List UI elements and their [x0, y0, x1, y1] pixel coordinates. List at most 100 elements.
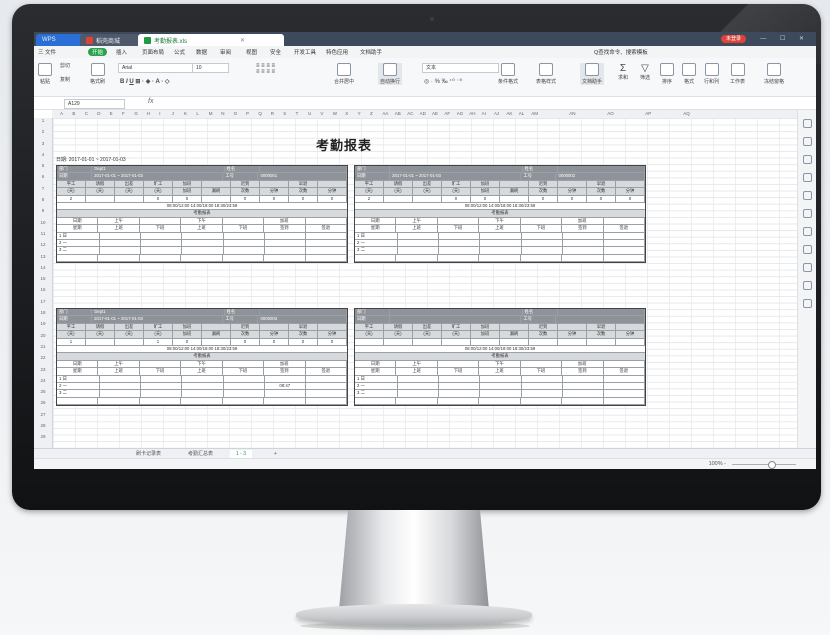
row-header[interactable]: 11: [34, 231, 52, 242]
column-header[interactable]: AJ: [494, 111, 499, 116]
row-header[interactable]: 25: [34, 389, 52, 400]
column-header[interactable]: AL: [519, 111, 525, 116]
row-header[interactable]: 9: [34, 208, 52, 219]
row-header[interactable]: 26: [34, 400, 52, 411]
zoom-slider[interactable]: [732, 461, 796, 469]
command-search[interactable]: Q查找命令、搜索模板: [594, 48, 648, 56]
zoom-knob[interactable]: [768, 461, 776, 469]
column-header[interactable]: AK: [506, 111, 512, 116]
doc-helper-button[interactable]: 文档助手: [580, 63, 605, 85]
eye-icon[interactable]: [802, 227, 812, 236]
row-header[interactable]: 5: [34, 163, 52, 174]
column-header[interactable]: AC: [407, 111, 413, 116]
bold-button[interactable]: B I U ⊞ · ◈ · A · ◇: [120, 78, 170, 85]
row-header[interactable]: 4: [34, 152, 52, 163]
row-header[interactable]: 23: [34, 367, 52, 378]
chart-icon[interactable]: [802, 173, 812, 182]
table-style-button[interactable]: 表格样式: [536, 63, 556, 85]
font-size-select[interactable]: 10: [192, 63, 229, 73]
tab-wps[interactable]: WPS: [36, 34, 86, 46]
column-header[interactable]: P: [246, 111, 249, 116]
menu-item[interactable]: 安全: [270, 48, 281, 56]
column-header[interactable]: F: [122, 111, 125, 116]
sheet-tab[interactable]: 刷卡记录表: [130, 450, 167, 458]
font-select[interactable]: Arial: [118, 63, 193, 73]
column-header[interactable]: AA: [382, 111, 388, 116]
column-header[interactable]: Q: [258, 111, 262, 116]
row-header[interactable]: 24: [34, 378, 52, 389]
menu-item[interactable]: 开发工具: [294, 48, 316, 56]
column-header[interactable]: AO: [607, 111, 614, 116]
table-side-icon[interactable]: [802, 245, 812, 254]
row-header[interactable]: 22: [34, 355, 52, 366]
row-header[interactable]: 10: [34, 220, 52, 231]
column-header[interactable]: J: [172, 111, 174, 116]
column-header[interactable]: AP: [645, 111, 651, 116]
row-header[interactable]: 16: [34, 287, 52, 298]
column-header[interactable]: H: [147, 111, 150, 116]
column-header[interactable]: I: [159, 111, 160, 116]
menu-item[interactable]: 公式: [174, 48, 185, 56]
login-button[interactable]: 未登录: [720, 35, 746, 43]
column-header[interactable]: AE: [432, 111, 438, 116]
row-header[interactable]: 12: [34, 242, 52, 253]
column-header[interactable]: S: [283, 111, 286, 116]
row-header[interactable]: 13: [34, 254, 52, 265]
row-header[interactable]: 29: [34, 434, 52, 445]
row-header[interactable]: 27: [34, 412, 52, 423]
fx-icon[interactable]: fx: [148, 98, 153, 105]
add-sheet-icon[interactable]: +: [268, 450, 283, 458]
row-header[interactable]: 1: [34, 118, 52, 129]
settings-icon[interactable]: [802, 281, 812, 290]
conditional-format-button[interactable]: 条件格式: [498, 63, 518, 85]
column-header[interactable]: N: [221, 111, 224, 116]
column-header[interactable]: W: [333, 111, 337, 116]
menu-item[interactable]: 数据: [196, 48, 207, 56]
rowcol-button[interactable]: 行和列: [704, 63, 719, 85]
row-header[interactable]: 7: [34, 186, 52, 197]
sheet-button[interactable]: 工作表: [730, 63, 745, 85]
column-header[interactable]: U: [308, 111, 311, 116]
row-header[interactable]: 15: [34, 276, 52, 287]
paint-icon[interactable]: [802, 155, 812, 164]
row-header[interactable]: 17: [34, 299, 52, 310]
column-header[interactable]: AG: [457, 111, 464, 116]
tab-file[interactable]: 考勤报表.xls ✕: [138, 34, 284, 46]
filter-side-icon[interactable]: [802, 191, 812, 200]
name-box[interactable]: A129: [64, 99, 125, 109]
menu-item[interactable]: 审阅: [220, 48, 231, 56]
column-header[interactable]: V: [320, 111, 323, 116]
number-format-buttons[interactable]: ◎ · % ‰ ⁺⁰ ⁻⁰: [424, 78, 462, 85]
row-header[interactable]: 18: [34, 310, 52, 321]
column-header[interactable]: O: [234, 111, 238, 116]
row-header[interactable]: 8: [34, 197, 52, 208]
row-header[interactable]: 28: [34, 423, 52, 434]
merge-button[interactable]: 合并居中: [334, 63, 354, 85]
column-header[interactable]: Z: [370, 111, 373, 116]
column-header[interactable]: AB: [395, 111, 401, 116]
freeze-button[interactable]: 冻结窗格: [764, 63, 784, 85]
menu-item[interactable]: 文档助手: [360, 48, 382, 56]
align-buttons[interactable]: ≡ ≡ ≡ ≡ ≡ ≡ ≡ ≡: [256, 63, 275, 75]
row-header[interactable]: 20: [34, 333, 52, 344]
column-header[interactable]: Y: [358, 111, 361, 116]
tab-store[interactable]: 稻壳商城: [80, 34, 144, 46]
copy-button[interactable]: 复制: [60, 76, 70, 83]
column-header[interactable]: AM: [531, 111, 538, 116]
row-header[interactable]: 6: [34, 174, 52, 185]
menu-item[interactable]: 页面布局: [142, 48, 164, 56]
column-header[interactable]: AF: [444, 111, 450, 116]
pointer-icon[interactable]: [802, 119, 812, 128]
sheet-tab[interactable]: 考勤汇总表: [182, 450, 219, 458]
format-painter-button[interactable]: 格式刷: [90, 63, 105, 85]
column-header[interactable]: L: [196, 111, 199, 116]
column-header[interactable]: AI: [482, 111, 486, 116]
column-header[interactable]: T: [296, 111, 299, 116]
column-header[interactable]: B: [72, 111, 75, 116]
row-header[interactable]: 21: [34, 344, 52, 355]
column-header[interactable]: R: [271, 111, 274, 116]
filter-button[interactable]: ▽ 筛选: [640, 63, 650, 81]
column-header[interactable]: G: [134, 111, 138, 116]
sum-button[interactable]: Σ 求和: [618, 63, 628, 81]
column-header[interactable]: D: [97, 111, 100, 116]
